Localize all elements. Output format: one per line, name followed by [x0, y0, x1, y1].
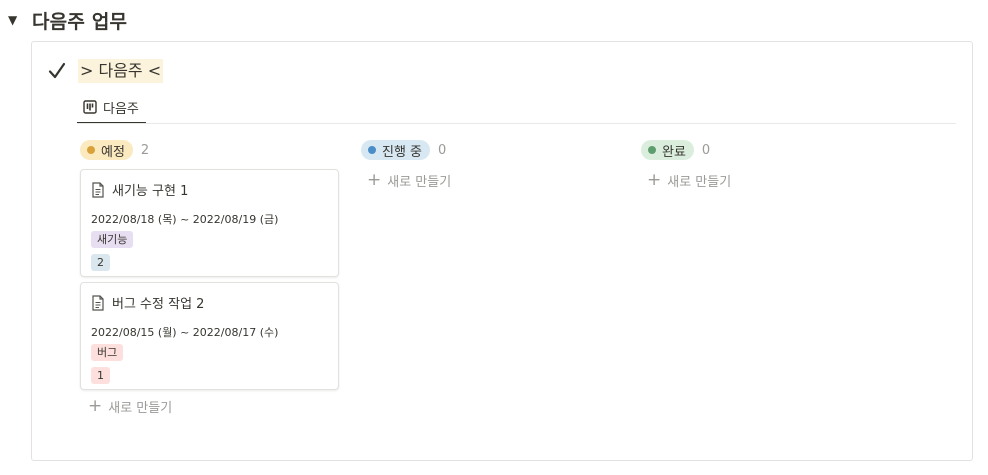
tab-board-view[interactable]: 다음주	[77, 92, 146, 124]
tag-number: 2	[91, 254, 110, 271]
status-dot	[368, 146, 376, 154]
column-count: 0	[438, 142, 447, 158]
card-title: 버그 수정 작업 2	[91, 293, 204, 312]
new-card-label: 새로 만들기	[667, 174, 732, 190]
card-date: 2022/08/18 (목) ~ 2022/08/19 (금)	[91, 213, 279, 226]
card-title-text: 새기능 구현 1	[112, 184, 189, 199]
column-header[interactable]: 완료 0	[641, 139, 903, 161]
status-label: 진행 중	[382, 144, 423, 160]
tag-number: 1	[91, 367, 110, 384]
status-dot	[87, 146, 95, 154]
column-header[interactable]: 예정 2	[80, 139, 342, 161]
card-date: 2022/08/15 (월) ~ 2022/08/17 (수)	[91, 326, 279, 339]
new-card-button[interactable]: + 새로 만들기	[647, 169, 903, 191]
column-header[interactable]: 진행 중 0	[361, 139, 623, 161]
status-label: 예정	[101, 144, 125, 160]
new-card-label: 새로 만들기	[108, 400, 173, 416]
section-title: 다음주 업무	[32, 10, 128, 33]
tab-label: 다음주	[103, 101, 139, 117]
board-column-done: 완료 0 + 새로 만들기	[641, 139, 903, 191]
card-title-text: 버그 수정 작업 2	[112, 297, 205, 312]
page-icon	[92, 294, 104, 311]
column-count: 0	[701, 142, 711, 158]
status-pill-done[interactable]: 완료	[641, 140, 694, 160]
board-column-in-progress: 진행 중 0 + 새로 만들기	[361, 139, 623, 191]
status-pill-in-progress[interactable]: 진행 중	[361, 140, 431, 160]
status-dot	[648, 146, 656, 154]
status-label: 완료	[662, 144, 686, 160]
new-card-label: 새로 만들기	[387, 174, 452, 190]
board-card[interactable]: 버그 수정 작업 2 2022/08/15 (월) ~ 2022/08/17 (…	[80, 282, 339, 390]
checkmark-icon	[48, 62, 66, 79]
card-title: 새기능 구현 1	[91, 180, 188, 199]
column-count: 2	[140, 142, 150, 158]
page-icon	[92, 181, 104, 198]
status-pill-planned[interactable]: 예정	[80, 140, 133, 160]
board-column-planned: 예정 2 새기능 구현 1 2022/08/18 (목) ~ 2022/08/1…	[80, 139, 342, 417]
board-view-icon	[83, 100, 97, 114]
tab-divider	[77, 123, 956, 124]
board-card[interactable]: 새기능 구현 1 2022/08/18 (목) ~ 2022/08/19 (금)…	[80, 169, 339, 277]
plus-icon: +	[88, 395, 103, 416]
new-card-button[interactable]: + 새로 만들기	[367, 169, 623, 191]
highlighted-title: > 다음주 <	[78, 59, 164, 83]
callout-box: > 다음주 < 다음주 예정 2 새기능 구현 1 2022/08/18 (목)…	[31, 41, 973, 461]
new-card-button[interactable]: + 새로 만들기	[88, 395, 342, 417]
tag-feature: 새기능	[91, 231, 134, 248]
plus-icon: +	[367, 169, 382, 190]
toggle-arrow-icon[interactable]: ▼	[8, 13, 22, 27]
toggle-header[interactable]: ▼ 다음주 업무	[8, 6, 127, 34]
tag-bug: 버그	[91, 344, 124, 361]
plus-icon: +	[647, 169, 662, 190]
